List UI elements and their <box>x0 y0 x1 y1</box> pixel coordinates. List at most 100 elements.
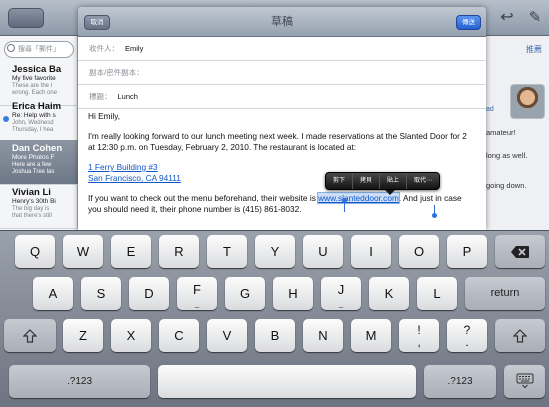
backspace-icon <box>511 246 529 258</box>
to-field[interactable]: 收件人： Emily <box>78 37 486 61</box>
key-j[interactable]: J _ <box>321 277 361 310</box>
key-b[interactable]: B <box>255 319 295 352</box>
message-pane: 推薦 ad amateur! long as well. going down. <box>486 36 549 230</box>
mail-preview: that there's still <box>12 213 52 219</box>
key-h[interactable]: H <box>273 277 313 310</box>
message-line: amateur! <box>486 128 516 137</box>
key-exclamation-comma[interactable]: ! , <box>399 319 439 352</box>
selection-start-handle-icon[interactable] <box>342 198 347 203</box>
keyboard-dismiss-icon <box>516 373 533 389</box>
mail-sender: Erica Haim <box>12 101 62 112</box>
space-bar[interactable] <box>158 365 416 398</box>
mail-preview: Thursday, I hea <box>12 127 54 133</box>
subject-value: Lunch <box>117 92 138 101</box>
mail-preview: John, Wednesd <box>12 120 54 126</box>
address-link[interactable]: San Francisco, CA 94111 <box>88 173 181 183</box>
key-i[interactable]: I <box>351 235 391 268</box>
shift-key-right[interactable] <box>495 319 545 352</box>
body-text-fragment: If you want to check out the menu before… <box>88 193 319 203</box>
message-body[interactable]: Hi Emily, I'm really looking forward to … <box>88 111 476 224</box>
selection-handle-stem <box>344 202 345 212</box>
key-x[interactable]: X <box>111 319 151 352</box>
key-c[interactable]: C <box>159 319 199 352</box>
mail-sender: Dan Cohen <box>12 143 63 154</box>
key-z[interactable]: Z <box>63 319 103 352</box>
mail-preview: Here are a few <box>12 162 52 168</box>
compose-icon[interactable]: ✎ <box>526 9 544 27</box>
body-paragraph: If you want to check out the menu before… <box>88 192 476 215</box>
message-line: long as well. <box>486 151 528 160</box>
return-key[interactable]: return <box>465 277 545 310</box>
selection-end-handle-icon[interactable] <box>432 213 437 218</box>
shift-icon <box>512 329 528 343</box>
copy-menu-item[interactable]: 拷貝 <box>353 173 381 189</box>
key-g[interactable]: G <box>225 277 265 310</box>
mail-sender: Vivian Li <box>12 187 51 198</box>
subject-label: 標題： <box>89 92 112 101</box>
key-n[interactable]: N <box>303 319 343 352</box>
keyboard: Q W E R T Y U I O P A S D F _ G H J _ K … <box>0 230 549 407</box>
key-f[interactable]: F _ <box>177 277 217 310</box>
shift-icon <box>22 329 38 343</box>
mail-subject: Henry's 30th Bi <box>12 198 56 205</box>
key-q[interactable]: Q <box>15 235 55 268</box>
to-value: Emily <box>125 44 144 53</box>
key-question-period[interactable]: ? . <box>447 319 487 352</box>
back-button[interactable] <box>8 8 44 28</box>
cc-label: 副本/密件副本： <box>89 68 144 77</box>
subject-field[interactable]: 標題： Lunch <box>78 85 486 109</box>
paste-menu-item[interactable]: 貼上 <box>380 173 408 189</box>
address-link[interactable]: 1 Ferry Building #3 <box>88 162 158 172</box>
key-p[interactable]: P <box>447 235 487 268</box>
home-key-marker: _ <box>194 299 200 308</box>
mail-subject: My five favorite <box>12 75 56 82</box>
numbers-key-left[interactable]: .?123 <box>9 365 150 398</box>
send-button[interactable]: 傳送 <box>456 15 481 30</box>
list-item[interactable]: Erica Haim Re: Help with s John, Wednesd… <box>0 98 78 143</box>
search-icon <box>7 44 15 52</box>
key-t[interactable]: T <box>207 235 247 268</box>
key-r[interactable]: R <box>159 235 199 268</box>
mail-preview: These are the l <box>12 83 53 89</box>
list-item[interactable]: Dan Cohen More Photos F Here are a few J… <box>0 140 78 185</box>
reply-icon[interactable]: ↩ <box>498 9 516 27</box>
key-m[interactable]: M <box>351 319 391 352</box>
key-e[interactable]: E <box>111 235 151 268</box>
key-w[interactable]: W <box>63 235 103 268</box>
key-v[interactable]: V <box>207 319 247 352</box>
key-u[interactable]: U <box>303 235 343 268</box>
shift-key-left[interactable] <box>4 319 56 352</box>
key-a[interactable]: A <box>33 277 73 310</box>
hide-link[interactable]: 推薦 <box>526 44 542 55</box>
key-k[interactable]: K <box>369 277 409 310</box>
avatar <box>510 84 545 119</box>
key-bottom-char: . <box>465 335 469 349</box>
mail-subject: Re: Help with s <box>12 112 56 119</box>
edit-menu-arrow <box>385 190 395 195</box>
greeting: Hi Emily, <box>88 111 121 121</box>
cancel-button[interactable]: 取消 <box>84 15 110 30</box>
home-key-marker: _ <box>338 299 344 308</box>
message-line: going down. <box>486 181 527 190</box>
body-paragraph: I'm really looking forward to our lunch … <box>88 131 467 152</box>
numbers-key-right[interactable]: .?123 <box>424 365 496 398</box>
sender-name-fragment: ad <box>486 106 494 113</box>
compose-title: 草稿 <box>271 16 293 28</box>
mail-preview: The big day is <box>12 206 50 212</box>
list-item[interactable]: Vivian Li Henry's 30th Bi The big day is… <box>0 184 78 229</box>
cc-field[interactable]: 副本/密件副本： <box>78 61 486 85</box>
cut-menu-item[interactable]: 剪下 <box>326 173 354 189</box>
key-o[interactable]: O <box>399 235 439 268</box>
key-l[interactable]: L <box>417 277 457 310</box>
mail-subject: More Photos F <box>12 154 55 161</box>
delete-key[interactable] <box>495 235 545 268</box>
mail-sender: Jessica Ba <box>12 64 62 75</box>
compose-sheet: 草稿 取消 傳送 收件人： Emily 副本/密件副本： 標題： Lunch Hi … <box>78 7 486 230</box>
key-s[interactable]: S <box>81 277 121 310</box>
replace-menu-item[interactable]: 取代⋯ <box>407 173 439 189</box>
mail-preview: Joshua Tree las <box>12 169 55 175</box>
edit-menu: 剪下 拷貝 貼上 取代⋯ <box>325 172 441 190</box>
hide-keyboard-key[interactable] <box>504 365 545 398</box>
key-y[interactable]: Y <box>255 235 295 268</box>
key-d[interactable]: D <box>129 277 169 310</box>
